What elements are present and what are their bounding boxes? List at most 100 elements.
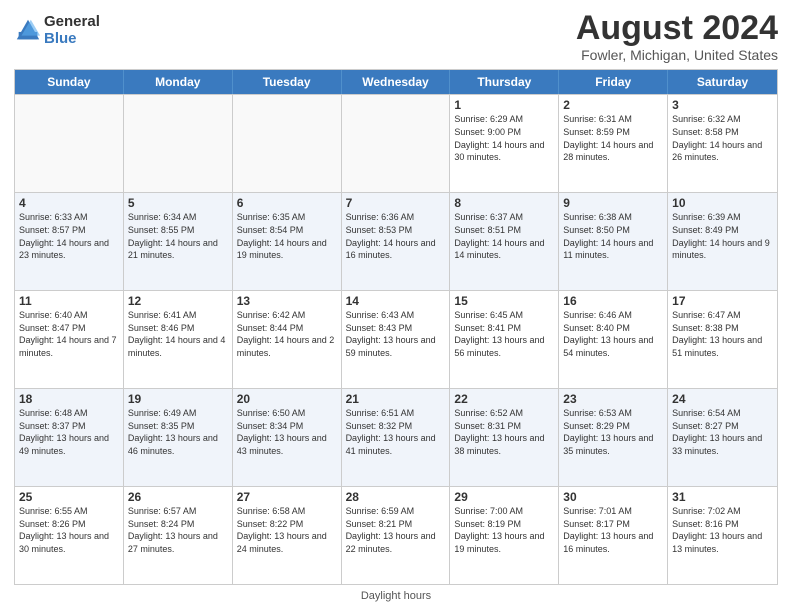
day-number: 6 — [237, 196, 337, 210]
day-number: 8 — [454, 196, 554, 210]
day-info: Sunrise: 6:57 AM Sunset: 8:24 PM Dayligh… — [128, 505, 228, 555]
header: General Blue August 2024 Fowler, Michiga… — [14, 10, 778, 63]
day-info: Sunrise: 7:00 AM Sunset: 8:19 PM Dayligh… — [454, 505, 554, 555]
calendar-cell: 30Sunrise: 7:01 AM Sunset: 8:17 PM Dayli… — [559, 487, 668, 584]
calendar-header-cell: Monday — [124, 70, 233, 94]
day-number: 2 — [563, 98, 663, 112]
calendar-week: 18Sunrise: 6:48 AM Sunset: 8:37 PM Dayli… — [15, 388, 777, 486]
day-info: Sunrise: 6:42 AM Sunset: 8:44 PM Dayligh… — [237, 309, 337, 359]
footer-text: Daylight hours — [361, 590, 431, 602]
calendar-cell — [15, 95, 124, 192]
day-info: Sunrise: 6:35 AM Sunset: 8:54 PM Dayligh… — [237, 211, 337, 261]
logo-icon — [14, 17, 42, 45]
day-info: Sunrise: 6:39 AM Sunset: 8:49 PM Dayligh… — [672, 211, 773, 261]
calendar-cell: 27Sunrise: 6:58 AM Sunset: 8:22 PM Dayli… — [233, 487, 342, 584]
day-number: 21 — [346, 392, 446, 406]
calendar-cell — [342, 95, 451, 192]
day-number: 23 — [563, 392, 663, 406]
day-info: Sunrise: 6:40 AM Sunset: 8:47 PM Dayligh… — [19, 309, 119, 359]
calendar-cell: 10Sunrise: 6:39 AM Sunset: 8:49 PM Dayli… — [668, 193, 777, 290]
calendar-cell — [233, 95, 342, 192]
logo-blue: Blue — [44, 31, 100, 48]
day-number: 5 — [128, 196, 228, 210]
day-number: 1 — [454, 98, 554, 112]
calendar-cell: 23Sunrise: 6:53 AM Sunset: 8:29 PM Dayli… — [559, 389, 668, 486]
calendar-cell: 26Sunrise: 6:57 AM Sunset: 8:24 PM Dayli… — [124, 487, 233, 584]
day-number: 28 — [346, 490, 446, 504]
day-info: Sunrise: 6:45 AM Sunset: 8:41 PM Dayligh… — [454, 309, 554, 359]
day-info: Sunrise: 6:49 AM Sunset: 8:35 PM Dayligh… — [128, 407, 228, 457]
day-number: 26 — [128, 490, 228, 504]
day-info: Sunrise: 6:29 AM Sunset: 9:00 PM Dayligh… — [454, 113, 554, 163]
day-number: 11 — [19, 294, 119, 308]
footer: Daylight hours — [14, 590, 778, 602]
calendar-cell: 24Sunrise: 6:54 AM Sunset: 8:27 PM Dayli… — [668, 389, 777, 486]
calendar-body: 1Sunrise: 6:29 AM Sunset: 9:00 PM Daylig… — [15, 94, 777, 584]
calendar-cell: 29Sunrise: 7:00 AM Sunset: 8:19 PM Dayli… — [450, 487, 559, 584]
calendar-cell: 16Sunrise: 6:46 AM Sunset: 8:40 PM Dayli… — [559, 291, 668, 388]
day-number: 24 — [672, 392, 773, 406]
day-number: 15 — [454, 294, 554, 308]
calendar-week: 11Sunrise: 6:40 AM Sunset: 8:47 PM Dayli… — [15, 290, 777, 388]
calendar-cell: 17Sunrise: 6:47 AM Sunset: 8:38 PM Dayli… — [668, 291, 777, 388]
calendar-header-cell: Saturday — [668, 70, 777, 94]
calendar-cell — [124, 95, 233, 192]
day-info: Sunrise: 6:55 AM Sunset: 8:26 PM Dayligh… — [19, 505, 119, 555]
calendar-cell: 13Sunrise: 6:42 AM Sunset: 8:44 PM Dayli… — [233, 291, 342, 388]
day-number: 27 — [237, 490, 337, 504]
calendar-week: 4Sunrise: 6:33 AM Sunset: 8:57 PM Daylig… — [15, 192, 777, 290]
subtitle: Fowler, Michigan, United States — [576, 47, 778, 63]
day-info: Sunrise: 6:53 AM Sunset: 8:29 PM Dayligh… — [563, 407, 663, 457]
day-info: Sunrise: 6:32 AM Sunset: 8:58 PM Dayligh… — [672, 113, 773, 163]
main-title: August 2024 — [576, 10, 778, 47]
day-info: Sunrise: 6:46 AM Sunset: 8:40 PM Dayligh… — [563, 309, 663, 359]
calendar-cell: 25Sunrise: 6:55 AM Sunset: 8:26 PM Dayli… — [15, 487, 124, 584]
day-number: 20 — [237, 392, 337, 406]
logo-general: General — [44, 14, 100, 31]
day-number: 7 — [346, 196, 446, 210]
calendar-cell: 22Sunrise: 6:52 AM Sunset: 8:31 PM Dayli… — [450, 389, 559, 486]
day-info: Sunrise: 6:52 AM Sunset: 8:31 PM Dayligh… — [454, 407, 554, 457]
calendar-cell: 15Sunrise: 6:45 AM Sunset: 8:41 PM Dayli… — [450, 291, 559, 388]
calendar-week: 25Sunrise: 6:55 AM Sunset: 8:26 PM Dayli… — [15, 486, 777, 584]
calendar-header-cell: Thursday — [450, 70, 559, 94]
day-info: Sunrise: 6:37 AM Sunset: 8:51 PM Dayligh… — [454, 211, 554, 261]
day-number: 25 — [19, 490, 119, 504]
day-info: Sunrise: 6:54 AM Sunset: 8:27 PM Dayligh… — [672, 407, 773, 457]
calendar-header-cell: Sunday — [15, 70, 124, 94]
day-number: 19 — [128, 392, 228, 406]
day-info: Sunrise: 6:38 AM Sunset: 8:50 PM Dayligh… — [563, 211, 663, 261]
calendar-cell: 6Sunrise: 6:35 AM Sunset: 8:54 PM Daylig… — [233, 193, 342, 290]
day-number: 16 — [563, 294, 663, 308]
day-info: Sunrise: 6:51 AM Sunset: 8:32 PM Dayligh… — [346, 407, 446, 457]
day-number: 10 — [672, 196, 773, 210]
calendar-cell: 12Sunrise: 6:41 AM Sunset: 8:46 PM Dayli… — [124, 291, 233, 388]
day-number: 29 — [454, 490, 554, 504]
day-info: Sunrise: 6:47 AM Sunset: 8:38 PM Dayligh… — [672, 309, 773, 359]
calendar: SundayMondayTuesdayWednesdayThursdayFrid… — [14, 69, 778, 585]
day-number: 13 — [237, 294, 337, 308]
calendar-header: SundayMondayTuesdayWednesdayThursdayFrid… — [15, 70, 777, 94]
calendar-cell: 1Sunrise: 6:29 AM Sunset: 9:00 PM Daylig… — [450, 95, 559, 192]
logo-text: General Blue — [44, 14, 100, 47]
calendar-cell: 20Sunrise: 6:50 AM Sunset: 8:34 PM Dayli… — [233, 389, 342, 486]
page: General Blue August 2024 Fowler, Michiga… — [0, 0, 792, 612]
calendar-header-cell: Tuesday — [233, 70, 342, 94]
calendar-cell: 31Sunrise: 7:02 AM Sunset: 8:16 PM Dayli… — [668, 487, 777, 584]
day-info: Sunrise: 7:01 AM Sunset: 8:17 PM Dayligh… — [563, 505, 663, 555]
day-number: 3 — [672, 98, 773, 112]
calendar-cell: 7Sunrise: 6:36 AM Sunset: 8:53 PM Daylig… — [342, 193, 451, 290]
day-info: Sunrise: 6:58 AM Sunset: 8:22 PM Dayligh… — [237, 505, 337, 555]
day-info: Sunrise: 6:48 AM Sunset: 8:37 PM Dayligh… — [19, 407, 119, 457]
calendar-cell: 5Sunrise: 6:34 AM Sunset: 8:55 PM Daylig… — [124, 193, 233, 290]
calendar-cell: 11Sunrise: 6:40 AM Sunset: 8:47 PM Dayli… — [15, 291, 124, 388]
day-number: 18 — [19, 392, 119, 406]
day-number: 31 — [672, 490, 773, 504]
logo: General Blue — [14, 14, 100, 47]
calendar-cell: 19Sunrise: 6:49 AM Sunset: 8:35 PM Dayli… — [124, 389, 233, 486]
calendar-header-cell: Wednesday — [342, 70, 451, 94]
day-number: 14 — [346, 294, 446, 308]
calendar-cell: 4Sunrise: 6:33 AM Sunset: 8:57 PM Daylig… — [15, 193, 124, 290]
day-number: 9 — [563, 196, 663, 210]
day-info: Sunrise: 7:02 AM Sunset: 8:16 PM Dayligh… — [672, 505, 773, 555]
